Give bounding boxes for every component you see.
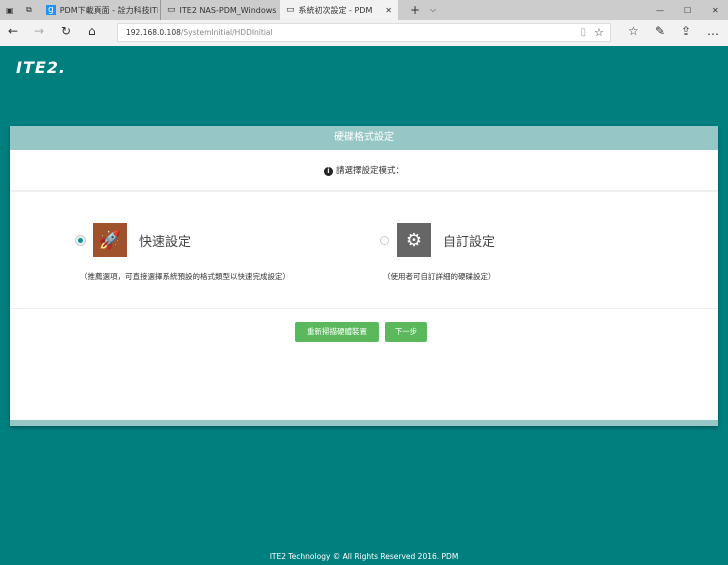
maximize-icon[interactable]: ☐ (678, 0, 691, 20)
gears-icon: ⚙ (397, 223, 431, 257)
quick-setup-label: 快速設定 (139, 234, 192, 250)
favorites-hub-icon[interactable]: ☆ (628, 24, 639, 38)
page-icon: g (46, 5, 56, 15)
tab-label: ITE2 NAS-PDM_Windows 1( (179, 5, 278, 15)
tab-preview-chevron-icon[interactable]: ⌵ (424, 0, 436, 20)
url-host: 192.168.0.108 (126, 28, 181, 37)
prompt-text: 請選擇設定模式： (335, 166, 404, 176)
close-tab-icon[interactable]: ✕ (385, 6, 392, 15)
tab-label: PDM下載頁面 - 詮力科技ITE (59, 5, 158, 15)
set-aside-tabs-icon[interactable]: ⧉ (20, 0, 40, 20)
tab-pdm-download[interactable]: g PDM下載頁面 - 詮力科技ITE (40, 0, 158, 20)
panel-footer (10, 420, 718, 426)
more-icon[interactable]: … (707, 24, 719, 38)
quick-setup-desc: （推薦選項，可直接選擇系統預設的格式類型以快速完成設定） (80, 272, 290, 281)
minimize-icon[interactable]: — (650, 0, 664, 20)
back-icon[interactable]: ← (8, 24, 18, 38)
favorite-star-icon[interactable]: ☆ (594, 24, 604, 41)
custom-setup-desc: （使用者可自訂詳細的硬碟設定） (383, 272, 496, 281)
rescan-hardware-button[interactable]: 重新掃描硬體裝置 (295, 322, 379, 342)
url-path: /SystemInitial/HDDInitial (180, 28, 273, 37)
option-quick-setup[interactable]: 🚀 快速設定 (76, 223, 191, 257)
reading-view-icon[interactable]: ▯ (580, 24, 586, 41)
new-tab-icon[interactable]: + (404, 0, 420, 20)
close-window-icon[interactable]: ✕ (706, 0, 719, 20)
rocket-icon: 🚀 (93, 223, 127, 257)
logo: ITE2. (16, 58, 67, 77)
home-icon[interactable]: ⌂ (88, 24, 96, 38)
tab-label: 系統初次設定 - PDM (298, 5, 373, 15)
forward-icon[interactable]: → (34, 24, 44, 38)
tab-manager-icon[interactable]: ▣ (0, 0, 20, 20)
info-icon: i (323, 167, 333, 176)
footer: ITE2 Technology © All Rights Reserved 20… (269, 552, 459, 561)
page-icon: ▭ (167, 5, 176, 15)
refresh-icon[interactable]: ↻ (61, 24, 71, 38)
share-icon[interactable]: ⇪ (681, 24, 691, 38)
quick-setup-radio[interactable] (76, 235, 85, 245)
next-button[interactable]: 下一步 (385, 322, 427, 342)
address-bar[interactable]: 192.168.0.108/SystemInitial/HDDInitial ▯… (117, 23, 611, 42)
divider (10, 308, 718, 309)
page-icon: ▭ (286, 5, 295, 15)
custom-setup-radio[interactable] (380, 235, 389, 245)
hdd-format-panel: 硬碟格式設定 i 請選擇設定模式： 🚀 快速設定 （推薦選項，可直接選擇系統預設的… (10, 126, 718, 426)
custom-setup-label: 自訂設定 (443, 234, 496, 250)
option-custom-setup[interactable]: ⚙ 自訂設定 (380, 223, 495, 257)
tab-nas-pdm[interactable]: ▭ ITE2 NAS-PDM_Windows 1( (160, 0, 278, 20)
panel-title: 硬碟格式設定 (10, 126, 718, 150)
mode-prompt: i 請選擇設定模式： (10, 150, 718, 192)
web-note-icon[interactable]: ✎ (655, 24, 665, 38)
tab-bar: ▣ ⧉ g PDM下載頁面 - 詮力科技ITE ▭ ITE2 NAS-PDM_Win… (0, 0, 728, 20)
tab-system-initial[interactable]: ▭ 系統初次設定 - PDM ✕ (280, 0, 398, 20)
nav-bar: ← → ↻ ⌂ 192.168.0.108/SystemInitial/HDDI… (0, 20, 728, 46)
